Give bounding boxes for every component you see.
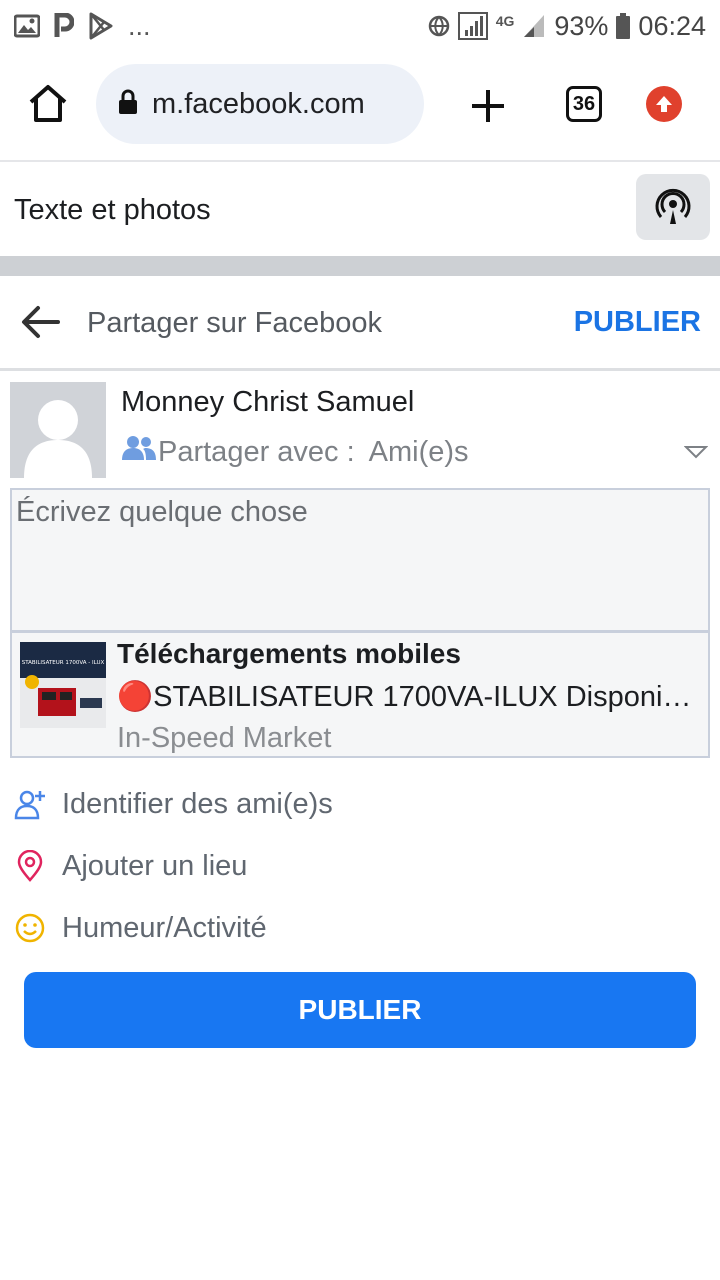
address-bar[interactable]: m.facebook.com — [96, 64, 424, 144]
default-avatar-icon — [24, 400, 92, 478]
page-title: Partager sur Facebook — [87, 307, 382, 339]
location-pin-icon — [14, 849, 46, 882]
network-type: 4G — [495, 12, 515, 29]
vpn-globe-icon — [428, 15, 450, 37]
user-name: Monney Christ Samuel — [121, 386, 415, 418]
post-text-input[interactable]: Écrivez quelque chose — [16, 496, 308, 529]
browser-toolbar: m.facebook.com 36 — [0, 52, 720, 160]
upgrade-icon[interactable] — [646, 86, 682, 122]
more-notifications-text: ... — [128, 10, 151, 41]
chevron-down-icon[interactable] — [683, 444, 709, 460]
lock-icon — [118, 89, 138, 120]
podcast-button[interactable] — [636, 174, 710, 240]
url-text: m.facebook.com — [152, 87, 365, 120]
status-bar: ... 4G 93% 06:24 — [0, 0, 720, 52]
status-notifications: ... — [14, 11, 151, 42]
link-description: 🔴STABILISATEUR 1700VA-ILUX Disponible — [117, 681, 697, 713]
back-arrow-icon[interactable] — [20, 304, 62, 340]
mode-label: Texte et photos — [14, 194, 211, 226]
tag-friends-icon — [14, 788, 46, 820]
publish-header-button[interactable]: PUBLIER — [574, 306, 701, 339]
battery-icon — [616, 13, 631, 39]
p-app-icon — [54, 13, 74, 39]
divider — [0, 368, 720, 371]
separator-band — [0, 256, 720, 276]
new-tab-icon[interactable] — [466, 84, 510, 128]
audience-selector[interactable]: Partager avec : Ami(e)s — [122, 434, 469, 470]
mood-activity-row[interactable]: Humeur/Activité — [0, 900, 720, 956]
tab-switcher-button[interactable]: 36 — [566, 86, 602, 122]
wifi-signal-box-icon — [457, 12, 488, 40]
divider — [12, 630, 708, 633]
friends-icon — [122, 434, 156, 470]
link-thumbnail: STABILISATEUR 1700VA - ILUX — [20, 642, 106, 728]
post-composer: Écrivez quelque chose STABILISATEUR 1700… — [10, 488, 710, 758]
tag-friends-label: Identifier des ami(e)s — [62, 787, 333, 820]
podcast-icon — [655, 188, 691, 224]
avatar — [10, 382, 106, 478]
mode-bar: Texte et photos — [0, 162, 720, 258]
battery-percent: 93% — [554, 10, 609, 41]
play-store-icon — [88, 12, 114, 40]
publish-button[interactable]: PUBLIER — [24, 972, 696, 1048]
link-title: Téléchargements mobiles — [117, 638, 461, 669]
share-header: Partager sur Facebook PUBLIER — [0, 276, 720, 368]
audience-value: Ami(e)s — [368, 435, 469, 468]
add-location-label: Ajouter un lieu — [62, 849, 248, 882]
tag-friends-row[interactable]: Identifier des ami(e)s — [0, 776, 720, 832]
add-location-row[interactable]: Ajouter un lieu — [0, 838, 720, 894]
thumbnail-caption: STABILISATEUR 1700VA - ILUX — [22, 660, 105, 666]
gallery-icon — [14, 14, 40, 38]
smiley-icon — [14, 912, 46, 944]
audience-label: Partager avec : — [158, 435, 355, 468]
link-source: In-Speed Market — [117, 722, 332, 754]
home-icon[interactable] — [26, 82, 70, 126]
cell-signal-icon — [522, 13, 546, 39]
clock: 06:24 — [638, 10, 706, 41]
mood-activity-label: Humeur/Activité — [62, 911, 267, 944]
